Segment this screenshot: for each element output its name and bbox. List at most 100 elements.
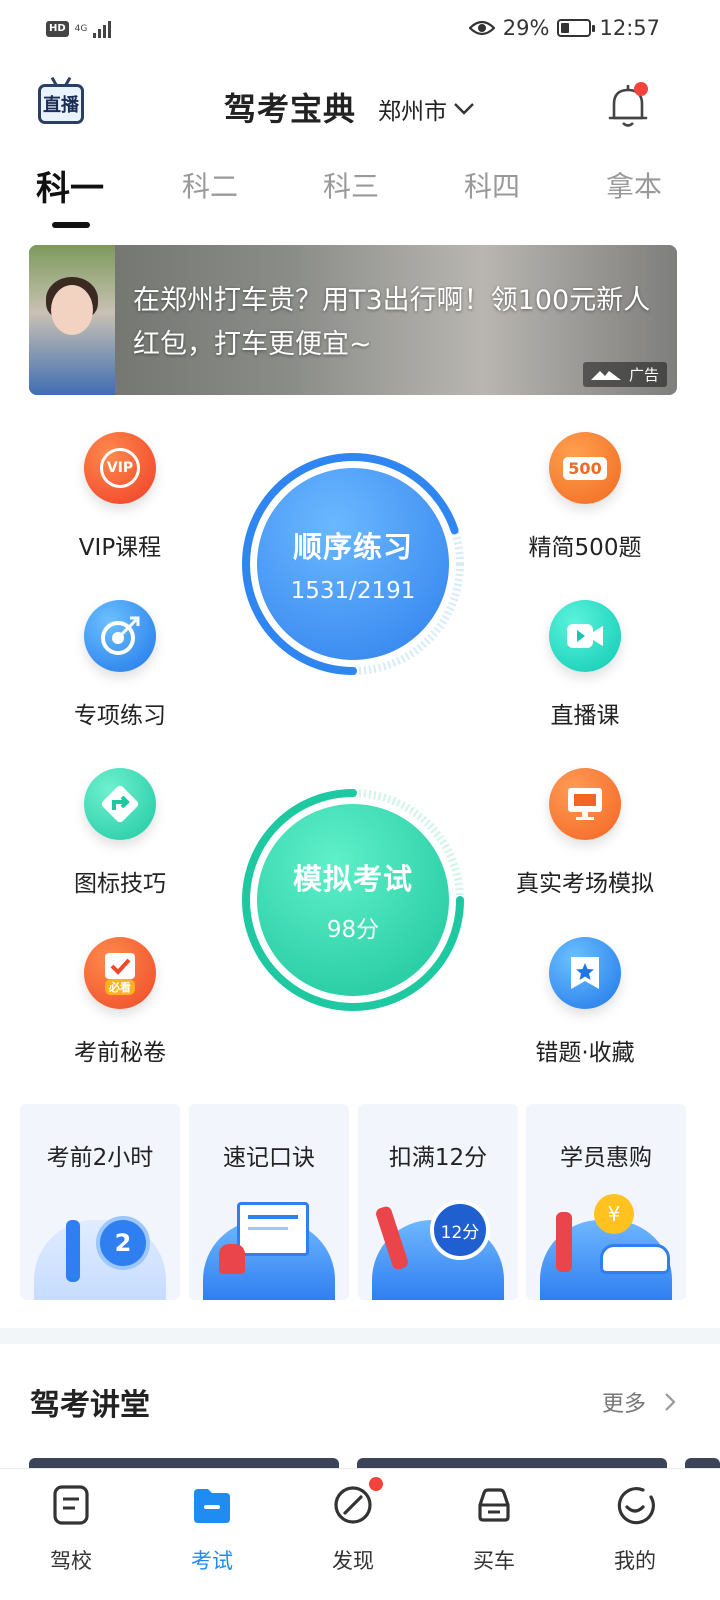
app-title: 驾考宝典 (224, 90, 357, 128)
discover-badge-dot (369, 1477, 383, 1491)
ad-banner[interactable]: 在郑州打车贵？用T3出行啊！领100元新人红包，打车更便宜~ 广告 (29, 245, 677, 395)
person-figure (66, 1220, 80, 1282)
more-label: 更多 (601, 1392, 646, 1417)
smile-icon (613, 1483, 657, 1527)
target-icon (84, 600, 156, 672)
live-class-entry[interactable]: 直播课 (505, 600, 665, 730)
vip-badge-text: VIP (100, 448, 140, 488)
compass-icon (331, 1477, 383, 1527)
secret-paper-entry[interactable]: 必看 考前秘卷 (40, 937, 200, 1067)
section-divider (0, 1328, 720, 1344)
city-selector[interactable]: 郑州市 (378, 92, 475, 126)
notification-dot (634, 82, 648, 96)
school-icon (49, 1483, 93, 1527)
check-paper-icon: 必看 (84, 937, 156, 1009)
mock-score: 98分 (326, 917, 380, 943)
car-illustration (600, 1244, 670, 1274)
mock-exam-button[interactable]: 模拟考试 98分 (239, 786, 467, 1014)
practice-progress-text: 1531/2191 (290, 578, 416, 604)
tab-subject-4[interactable]: 科四 (464, 165, 520, 205)
subject-tabs: 科一 科二 科三 科四 拿本 (0, 165, 720, 235)
card-mnemonics[interactable]: 速记口诀 (189, 1104, 349, 1300)
card-member-deals[interactable]: 学员惠购 ¥ (526, 1104, 686, 1300)
tab-subject-2[interactable]: 科二 (182, 165, 238, 205)
mock-title: 模拟考试 (292, 862, 413, 896)
topic-practice-entry[interactable]: 专项练习 (40, 600, 200, 730)
practice-core: 顺序练习 1531/2191 (257, 468, 449, 660)
tab-get-license[interactable]: 拿本 (606, 165, 662, 205)
nav-buy-car[interactable]: 买车 (444, 1483, 544, 1575)
nav-driving-school[interactable]: 驾校 (21, 1483, 121, 1575)
ad-text: 在郑州打车贵？用T3出行啊！领100元新人红包，打车更便宜~ (133, 285, 651, 360)
coin-icon: ¥ (594, 1194, 634, 1234)
tab-subject-3[interactable]: 科三 (323, 165, 379, 205)
sign-tips-entry[interactable]: 图标技巧 (40, 768, 200, 898)
more-link[interactable]: 更多 (602, 1386, 676, 1418)
simple-500-entry[interactable]: 500 精简500题 (505, 432, 665, 562)
bottom-navigation: 驾校 考试 发现 买车 我的 (0, 1468, 720, 1600)
wrong-favorite-label: 错题·收藏 (535, 1040, 635, 1066)
battery-fill (561, 23, 570, 33)
real-exam-label: 真实考场模拟 (516, 871, 654, 897)
city-label: 郑州市 (378, 99, 447, 125)
stopwatch-number: 2 (114, 1229, 132, 1257)
card-12-points-title: 扣满12分 (388, 1145, 488, 1171)
lecture-section-title: 驾考讲堂 (30, 1388, 150, 1423)
status-right: 29% 12:57 (468, 16, 660, 40)
wrong-favorite-entry[interactable]: 错题·收藏 (505, 937, 665, 1067)
car-icon (472, 1483, 516, 1527)
nav-mine-label: 我的 (614, 1549, 656, 1573)
topic-practice-label: 专项练习 (74, 703, 166, 729)
star-bookmark-icon (549, 937, 621, 1009)
card-2-hours[interactable]: 考前2小时 2 (20, 1104, 180, 1300)
exam-folder-icon (190, 1483, 234, 1527)
turn-sign-icon (84, 768, 156, 840)
battery-percent: 29% (502, 16, 550, 40)
card-mnemonics-title: 速记口诀 (223, 1145, 315, 1171)
monitor-icon (549, 768, 621, 840)
vip-course-label: VIP课程 (78, 535, 162, 561)
hd-badge: HD (46, 21, 69, 37)
shopper-figure (556, 1212, 572, 1272)
status-bar: HD 4G 29% 12:57 (0, 0, 720, 60)
sequential-practice-button[interactable]: 顺序练习 1531/2191 (239, 450, 467, 678)
notification-button[interactable] (606, 82, 650, 130)
reader-figure (219, 1244, 245, 1274)
app-header: 直播 驾考宝典 郑州市 (0, 70, 720, 140)
practice-title: 顺序练习 (292, 530, 413, 564)
chevron-down-icon (454, 103, 474, 115)
ad-photo (29, 245, 115, 395)
nav-exam-label: 考试 (191, 1549, 233, 1573)
coin-symbol: ¥ (607, 1202, 621, 1226)
stopwatch-icon: 2 (96, 1216, 150, 1270)
card-2-hours-title: 考前2小时 (46, 1145, 154, 1171)
active-tab-indicator (52, 222, 90, 228)
live-logo-text: 直播 (43, 95, 79, 116)
nav-driving-school-label: 驾校 (50, 1549, 92, 1573)
battery-icon (557, 19, 596, 37)
real-exam-entry[interactable]: 真实考场模拟 (505, 768, 665, 898)
score-clock-text: 12分 (440, 1222, 480, 1243)
nav-discover[interactable]: 发现 (303, 1477, 403, 1575)
nav-mine[interactable]: 我的 (585, 1483, 685, 1575)
chevron-right-icon (665, 1393, 676, 1411)
500-badge-icon: 500 (549, 432, 621, 504)
status-left: HD 4G (46, 20, 112, 38)
secret-badge-text: 必看 (105, 979, 135, 995)
live-logo-button[interactable]: 直播 (38, 84, 84, 124)
nav-discover-label: 发现 (332, 1549, 374, 1573)
vip-course-entry[interactable]: VIP VIP课程 (40, 432, 200, 562)
sign-tips-label: 图标技巧 (74, 871, 166, 897)
nav-buy-car-label: 买车 (473, 1549, 515, 1573)
clock: 12:57 (599, 16, 660, 40)
network-label: 4G (74, 23, 88, 34)
tab-subject-1[interactable]: 科一 (36, 161, 104, 210)
eye-icon (468, 20, 495, 36)
ad-brand-icon (590, 370, 621, 380)
ad-tag-text: 广告 (628, 366, 659, 384)
video-icon (549, 600, 621, 672)
secret-paper-label: 考前秘卷 (74, 1040, 166, 1066)
card-12-points[interactable]: 扣满12分 12分 (358, 1104, 518, 1300)
nav-exam[interactable]: 考试 (162, 1483, 262, 1575)
signal-icon (93, 20, 112, 38)
